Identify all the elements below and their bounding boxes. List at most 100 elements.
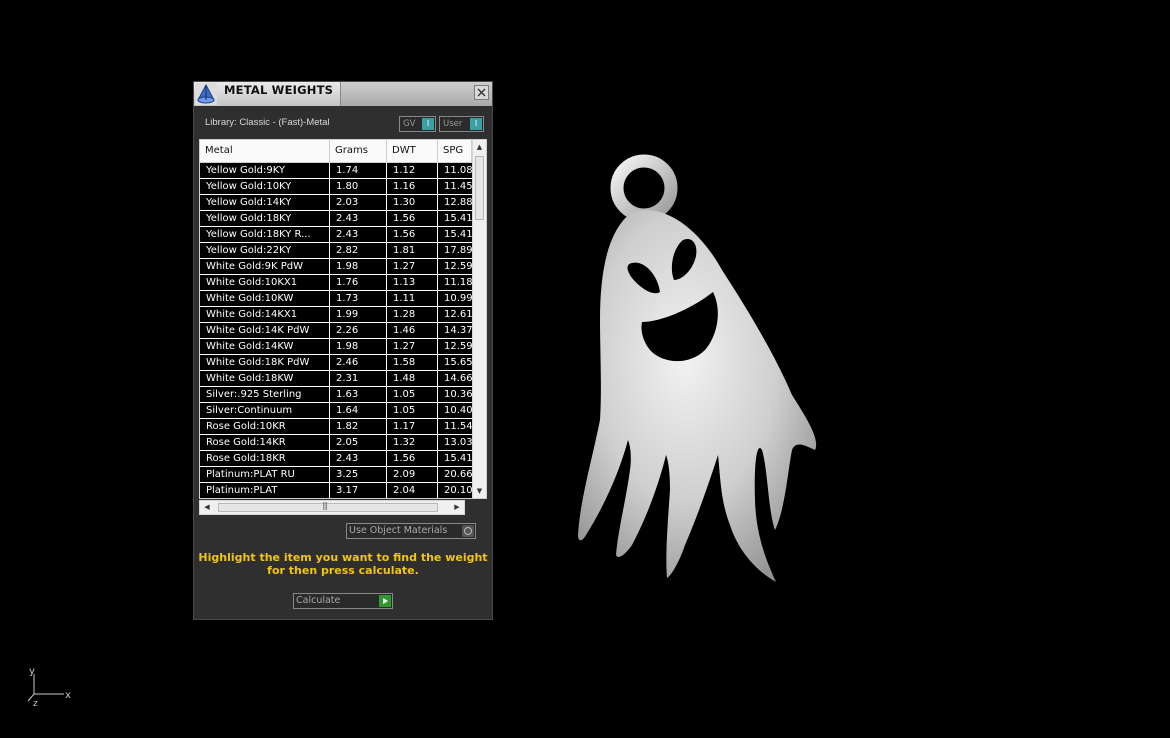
table-row[interactable]: Yellow Gold:14KY 2.03 1.30 12.88 <box>200 195 472 210</box>
cell-dwt: 1.48 <box>387 371 437 386</box>
cell-grams: 1.98 <box>330 259 386 274</box>
ghost-pendant-model[interactable] <box>570 150 830 590</box>
cell-dwt: 1.13 <box>387 275 437 290</box>
table-row[interactable]: Silver:.925 Sterling 1.63 1.05 10.36 <box>200 387 472 402</box>
cell-grams: 2.46 <box>330 355 386 370</box>
table-row[interactable]: Silver:Continuum 1.64 1.05 10.40 <box>200 403 472 418</box>
toggle-indicator-icon: I <box>422 118 434 130</box>
calculate-button[interactable]: Calculate <box>293 593 393 609</box>
cell-grams: 1.82 <box>330 419 386 434</box>
cell-dwt: 2.04 <box>387 483 437 498</box>
scroll-down-icon[interactable]: ▼ <box>473 484 486 498</box>
cell-dwt: 1.11 <box>387 291 437 306</box>
cell-dwt: 1.32 <box>387 435 437 450</box>
table-row[interactable]: Yellow Gold:22KY 2.82 1.81 17.89 <box>200 243 472 258</box>
table-row[interactable]: White Gold:14KW 1.98 1.27 12.59 <box>200 339 472 354</box>
cell-grams: 3.17 <box>330 483 386 498</box>
column-header-spg[interactable]: SPG <box>438 140 472 162</box>
cell-spg: 12.59 <box>438 259 472 274</box>
cell-dwt: 1.12 <box>387 163 437 178</box>
column-header-dwt[interactable]: DWT <box>387 140 438 162</box>
cell-spg: 20.10 <box>438 483 472 498</box>
gv-toggle[interactable]: GV I <box>399 116 436 132</box>
metal-weights-panel: METAL WEIGHTS Library: Classic - (Fast)-… <box>193 81 493 620</box>
cell-dwt: 1.05 <box>387 387 437 402</box>
cell-dwt: 1.27 <box>387 339 437 354</box>
cell-spg: 12.61 <box>438 307 472 322</box>
table-body: Yellow Gold:9KY 1.74 1.12 11.08 Yellow Gold:… <box>200 163 472 498</box>
table-row[interactable]: Platinum:PLAT RU 3.25 2.09 20.66 <box>200 467 472 482</box>
cell-spg: 15.41 <box>438 227 472 242</box>
close-button[interactable] <box>474 85 489 100</box>
axis-y-label: y <box>29 666 35 677</box>
table-row[interactable]: White Gold:18K PdW 2.46 1.58 15.65 <box>200 355 472 370</box>
app-logo-icon <box>195 83 217 105</box>
scroll-left-icon[interactable]: ◀ <box>200 501 214 514</box>
title-bar[interactable]: METAL WEIGHTS <box>194 82 492 106</box>
cell-dwt: 1.56 <box>387 211 437 226</box>
cell-spg: 20.66 <box>438 467 472 482</box>
table-row[interactable]: Rose Gold:18KR 2.43 1.56 15.41 <box>200 451 472 466</box>
cell-metal: Yellow Gold:18KY R... <box>200 227 329 242</box>
metal-table[interactable]: Metal Grams DWT SPG Yellow Gold:9KY 1.74 1… <box>199 139 487 499</box>
horizontal-scrollbar[interactable]: ◀ ||| ▶ <box>199 500 465 515</box>
cell-dwt: 1.30 <box>387 195 437 210</box>
cell-spg: 15.65 <box>438 355 472 370</box>
library-label: Library: Classic - (Fast)-Metal <box>205 117 330 128</box>
cell-metal: Silver:Continuum <box>200 403 329 418</box>
cell-spg: 10.40 <box>438 403 472 418</box>
table-row[interactable]: White Gold:10KW 1.73 1.11 10.99 <box>200 291 472 306</box>
table-row[interactable]: White Gold:10KX1 1.76 1.13 11.18 <box>200 275 472 290</box>
calculate-label: Calculate <box>296 595 341 606</box>
cell-dwt: 1.56 <box>387 227 437 242</box>
cell-spg: 12.59 <box>438 339 472 354</box>
table-row[interactable]: White Gold:14K PdW 2.26 1.46 14.37 <box>200 323 472 338</box>
cell-grams: 1.76 <box>330 275 386 290</box>
close-icon <box>477 88 486 97</box>
cell-grams: 1.63 <box>330 387 386 402</box>
cell-dwt: 1.05 <box>387 403 437 418</box>
column-header-grams[interactable]: Grams <box>330 140 387 162</box>
cell-dwt: 1.58 <box>387 355 437 370</box>
table-row[interactable]: White Gold:14KX1 1.99 1.28 12.61 <box>200 307 472 322</box>
instruction-text: Highlight the item you want to find the … <box>194 551 492 577</box>
scroll-right-icon[interactable]: ▶ <box>450 501 464 514</box>
cell-grams: 2.26 <box>330 323 386 338</box>
cell-grams: 2.31 <box>330 371 386 386</box>
3d-viewport[interactable]: METAL WEIGHTS Library: Classic - (Fast)-… <box>0 0 1170 738</box>
table-row[interactable]: Rose Gold:10KR 1.82 1.17 11.54 <box>200 419 472 434</box>
cell-dwt: 1.16 <box>387 179 437 194</box>
table-row[interactable]: Yellow Gold:18KY R... 2.43 1.56 15.41 <box>200 227 472 242</box>
table-row[interactable]: Yellow Gold:9KY 1.74 1.12 11.08 <box>200 163 472 178</box>
cell-metal: Rose Gold:14KR <box>200 435 329 450</box>
cell-metal: Yellow Gold:9KY <box>200 163 329 178</box>
cell-metal: Platinum:PLAT <box>200 483 329 498</box>
vertical-scrollbar[interactable]: ▲ ▼ <box>472 140 486 498</box>
table-row[interactable]: Yellow Gold:10KY 1.80 1.16 11.45 <box>200 179 472 194</box>
user-toggle[interactable]: User I <box>439 116 484 132</box>
table-row[interactable]: Platinum:PLAT 3.17 2.04 20.10 <box>200 483 472 498</box>
cell-metal: White Gold:18KW <box>200 371 329 386</box>
table-row[interactable]: White Gold:18KW 2.31 1.48 14.66 <box>200 371 472 386</box>
horizontal-scroll-thumb[interactable]: ||| <box>218 501 438 512</box>
table-header: Metal Grams DWT SPG <box>200 140 472 163</box>
vertical-scroll-thumb[interactable] <box>475 156 484 220</box>
table-row[interactable]: Rose Gold:14KR 2.05 1.32 13.03 <box>200 435 472 450</box>
column-header-metal[interactable]: Metal <box>200 140 330 162</box>
cell-metal: White Gold:14KX1 <box>200 307 329 322</box>
cell-metal: Yellow Gold:10KY <box>200 179 329 194</box>
cell-spg: 14.66 <box>438 371 472 386</box>
cell-metal: White Gold:9K PdW <box>200 259 329 274</box>
cell-metal: Yellow Gold:14KY <box>200 195 329 210</box>
table-row[interactable]: White Gold:9K PdW 1.98 1.27 12.59 <box>200 259 472 274</box>
cell-metal: Platinum:PLAT RU <box>200 467 329 482</box>
scroll-up-icon[interactable]: ▲ <box>473 140 486 154</box>
cell-grams: 1.99 <box>330 307 386 322</box>
cell-grams: 2.43 <box>330 211 386 226</box>
radio-icon <box>462 525 474 537</box>
axis-z-label: z <box>33 699 38 709</box>
table-row[interactable]: Yellow Gold:18KY 2.43 1.56 15.41 <box>200 211 472 226</box>
use-object-materials-toggle[interactable]: Use Object Materials <box>346 523 476 539</box>
cell-spg: 15.41 <box>438 211 472 226</box>
cell-metal: White Gold:18K PdW <box>200 355 329 370</box>
